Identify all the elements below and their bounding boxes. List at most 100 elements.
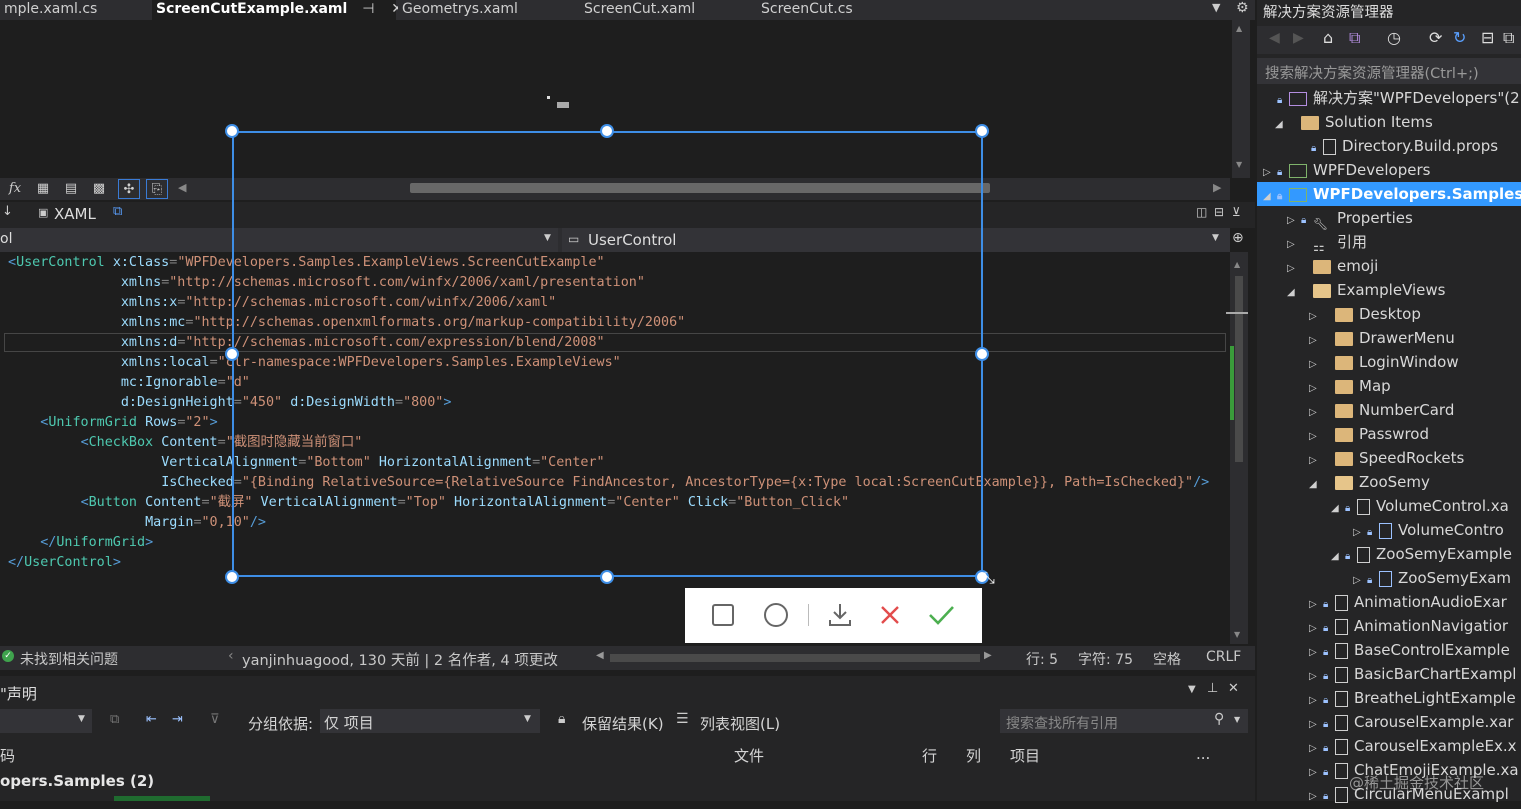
back-icon[interactable]: ◀ [1269,30,1280,46]
list-view-button[interactable]: 列表视图(L) [700,713,780,734]
ellipse-tool-icon[interactable] [761,600,791,630]
horizontal-scroll-thumb[interactable] [610,654,980,662]
tree-node[interactable]: ▷ Map [1257,374,1521,398]
column-more[interactable]: ... [1196,745,1210,763]
fx-button[interactable]: fx [4,179,26,199]
effects-icon[interactable]: ⎘ [146,179,168,199]
designer-vertical-scrollbar[interactable]: ▲ ▼ [1232,20,1250,178]
column-project[interactable]: 项目 [1010,745,1040,766]
switch-views-icon[interactable]: ⧉ [1349,28,1360,48]
gear-icon[interactable]: ⚙ [1236,0,1249,16]
tree-node[interactable]: ▷ 🔒︎ CarouselExample.xar [1257,710,1521,734]
tab-screencutexample-xaml[interactable]: ScreenCutExample.xaml ⊣ ✕ [152,0,403,20]
popout-icon[interactable]: ⧉ [113,204,122,219]
tree-node[interactable]: ▷ ⚏ 引用 [1257,230,1521,255]
sync-icon[interactable]: ⟳ [1429,28,1442,47]
group-by-combo[interactable]: 仅 项目 ▼ [320,709,540,733]
resize-handle-left[interactable] [225,347,239,361]
tree-node[interactable]: ▷ SpeedRockets [1257,446,1521,470]
tree-node[interactable]: ▷ 🔒︎ BaseControlExample [1257,638,1521,662]
resize-handle-top[interactable] [600,124,614,138]
resize-handle-top-left[interactable] [225,124,239,138]
column-code[interactable]: 码 [0,745,15,766]
tree-node[interactable]: 🔒︎ 解决方案"WPFDevelopers"(2 个 [1257,86,1521,110]
code-vertical-scrollbar[interactable]: ▲ ▼ [1226,252,1248,644]
line-ending-indicator[interactable]: CRLF [1206,649,1241,665]
copy-icon[interactable]: ⧉ [110,712,119,727]
vertical-split-icon[interactable]: ◫ [1196,205,1207,219]
screen-cut-selection-rect[interactable] [232,131,983,577]
tree-node[interactable]: ▷ 🔒︎ AnimationNavigatior [1257,614,1521,638]
line-indicator[interactable]: 行: 5 [1026,649,1058,669]
tree-node[interactable]: ▷ 🔒︎ BreatheLightExample [1257,686,1521,710]
code-line[interactable]: mc:Ignorable="d" [8,373,250,393]
tab-screencut-cs[interactable]: ScreenCut.cs [757,0,912,20]
tree-node[interactable]: ◢ 🔒︎ WPFDevelopers.Samples [1257,182,1521,206]
next-icon[interactable]: ⇥ [172,712,183,727]
scroll-down-icon[interactable]: ▼ [1234,630,1240,639]
chevron-down-icon[interactable]: ▼ [524,714,531,724]
tree-node[interactable]: ▷ 🔒︎ WPFDevelopers [1257,158,1521,182]
tree-node[interactable]: ◢ 🔒︎ VolumeControl.xa [1257,494,1521,518]
tree-node[interactable]: ▷ DrawerMenu [1257,326,1521,350]
tree-node[interactable]: ◢ ZooSemy [1257,470,1521,494]
tab-dropdown-icon[interactable]: ▼ [1212,1,1220,14]
grid-snap-icon[interactable]: ▤ [60,179,82,199]
scroll-up-icon[interactable]: ▲ [1234,260,1240,269]
forward-icon[interactable]: ▶ [1293,30,1304,46]
previous-icon[interactable]: ⇤ [146,712,157,727]
download-icon[interactable] [825,600,855,630]
search-references-input[interactable]: 搜索查找所有引用 ⚲ ▼ [1000,709,1248,733]
chevron-down-icon[interactable]: ▼ [78,714,85,724]
code-line[interactable]: </UniformGrid> [8,533,153,553]
collapse-all-icon[interactable]: ⊟ [1481,28,1494,47]
rectangle-tool-icon[interactable] [708,600,738,630]
chevron-down-icon[interactable]: ▼ [1234,715,1240,724]
confirm-icon[interactable] [926,600,956,630]
tree-node[interactable]: ◢ 🔒︎ ZooSemyExample [1257,542,1521,566]
chevron-down-icon[interactable]: ▼ [1212,233,1219,243]
code-line[interactable]: Margin="0,10"/> [8,513,266,533]
keep-results-button[interactable]: 保留结果(K) [582,713,664,734]
tab-example-cs[interactable]: mple.xaml.cs [0,0,152,20]
swap-pane-icon[interactable]: ↓ [2,204,13,219]
issues-status[interactable]: 未找到相关问题 [20,649,118,669]
spacing-indicator[interactable]: 空格 [1153,649,1181,669]
column-line[interactable]: 行 [922,745,937,766]
show-all-files-icon[interactable]: ⧉ [1503,28,1514,48]
pending-changes-icon[interactable]: ◷ [1387,28,1401,47]
search-icon[interactable]: ⚲ [1214,711,1224,727]
scroll-left-icon[interactable]: ◀ [178,181,186,194]
scroll-left-icon[interactable]: ◀ [596,650,604,661]
split-editor-icon[interactable]: ⊕ [1232,230,1244,246]
tree-node[interactable]: ▷ 🔒︎ VolumeContro [1257,518,1521,542]
tree-node[interactable]: ◢ ExampleViews [1257,278,1521,302]
grid-icon[interactable]: ▦ [32,179,54,199]
scope-combo[interactable]: ▼ [0,709,92,733]
git-blame-info[interactable]: yanjinhuagood, 130 天前 | 2 名作者, 4 项更改 [242,649,558,670]
tree-node[interactable]: ▷ Desktop [1257,302,1521,326]
horizontal-split-icon[interactable]: ⊟ [1214,205,1224,219]
tab-geometrys-xaml[interactable]: Geometrys.xaml [398,0,578,20]
tree-node[interactable]: ▷ Passwrod [1257,422,1521,446]
resize-handle-right[interactable] [975,347,989,361]
resize-handle-bottom-left[interactable] [225,570,239,584]
scroll-right-icon[interactable]: ▶ [984,650,992,661]
tree-node[interactable]: ▷ NumberCard [1257,398,1521,422]
tree-node[interactable]: ▷ 🔒︎ CarouselExampleEx.x [1257,734,1521,758]
chevron-down-icon[interactable]: ▼ [1188,684,1196,695]
column-indicator[interactable]: 字符: 75 [1078,649,1133,669]
tree-node[interactable]: ▷ 🔒︎ BasicBarChartExampl [1257,662,1521,686]
checker-icon[interactable]: ▩ [88,179,110,199]
cancel-icon[interactable] [875,600,905,630]
code-line[interactable]: </UserControl> [8,553,121,573]
results-group-row[interactable]: opers.Samples (2) [0,772,154,790]
resize-handle-top-right[interactable] [975,124,989,138]
column-col[interactable]: 列 [966,745,981,766]
tree-node[interactable]: ▷ 🔒︎ 🔧︎ Properties [1257,206,1521,231]
pin-icon[interactable]: ⊣ [362,1,374,17]
scroll-right-icon[interactable]: ▶ [1213,181,1221,194]
xaml-tab-label[interactable]: XAML [54,205,96,223]
tree-node[interactable]: ▷ 🔒︎ AnimationAudioExar [1257,590,1521,614]
scroll-up-icon[interactable]: ▲ [1236,24,1242,33]
